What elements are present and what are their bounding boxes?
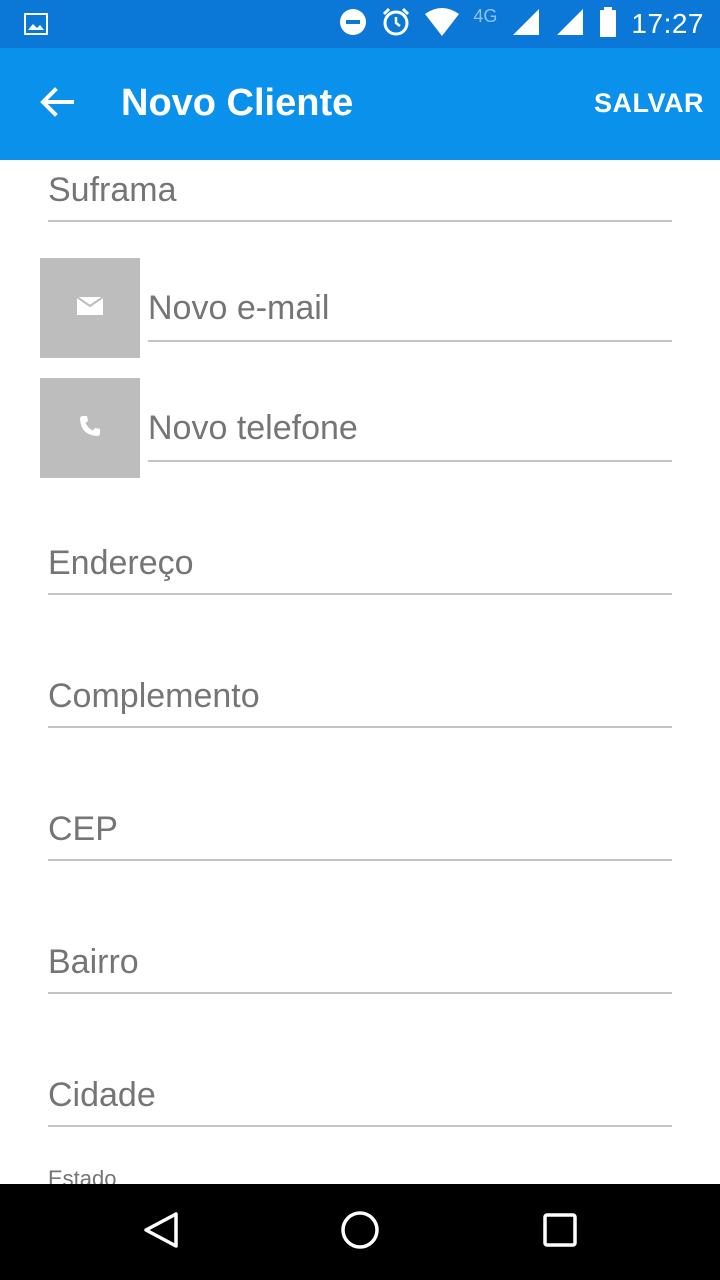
form-content: Suframa Novo e-mail Novo telefone Endere… <box>0 160 720 1184</box>
cidade-field[interactable]: Cidade <box>48 1075 672 1127</box>
phone-icon-box <box>40 378 140 478</box>
phone-icon <box>78 414 102 443</box>
network-type: 4G <box>473 5 498 26</box>
status-bar: 4G 17:27 <box>0 0 720 48</box>
alarm-icon <box>381 7 411 42</box>
triangle-back-icon <box>140 1210 180 1255</box>
phone-field[interactable]: Novo telefone <box>148 408 672 462</box>
nav-recents-button[interactable] <box>536 1208 584 1256</box>
estado-label[interactable]: Estado <box>48 1166 117 1184</box>
back-button[interactable] <box>28 76 84 132</box>
email-field[interactable]: Novo e-mail <box>148 288 672 342</box>
app-bar: Novo Cliente SALVAR <box>0 48 720 160</box>
email-placeholder: Novo e-mail <box>148 289 330 327</box>
status-time: 17:27 <box>631 8 704 39</box>
complemento-placeholder: Complemento <box>48 677 260 715</box>
arrow-left-icon <box>38 84 74 125</box>
cep-placeholder: CEP <box>48 810 118 848</box>
do-not-disturb-icon <box>339 8 367 41</box>
battery-icon <box>599 6 617 42</box>
image-notification-icon <box>24 12 48 41</box>
save-button[interactable]: SALVAR <box>594 88 704 119</box>
endereco-field[interactable]: Endereço <box>48 543 672 595</box>
endereco-placeholder: Endereço <box>48 544 194 582</box>
signal-icon <box>511 7 541 42</box>
nav-back-button[interactable] <box>136 1208 184 1256</box>
complemento-field[interactable]: Complemento <box>48 676 672 728</box>
page-title: Novo Cliente <box>121 82 354 124</box>
bairro-placeholder: Bairro <box>48 943 139 981</box>
phone-placeholder: Novo telefone <box>148 409 358 447</box>
envelope-icon <box>76 295 104 320</box>
cep-field[interactable]: CEP <box>48 809 672 861</box>
nav-home-button[interactable] <box>336 1208 384 1256</box>
signal-icon-2 <box>555 7 585 42</box>
wifi-icon <box>425 7 460 41</box>
suframa-field[interactable]: Suframa <box>48 170 672 222</box>
navigation-bar <box>0 1184 720 1280</box>
square-recents-icon <box>542 1212 578 1253</box>
suframa-placeholder: Suframa <box>48 171 177 209</box>
bairro-field[interactable]: Bairro <box>48 942 672 994</box>
circle-home-icon <box>339 1209 381 1256</box>
cidade-placeholder: Cidade <box>48 1076 156 1114</box>
email-icon-box <box>40 258 140 358</box>
